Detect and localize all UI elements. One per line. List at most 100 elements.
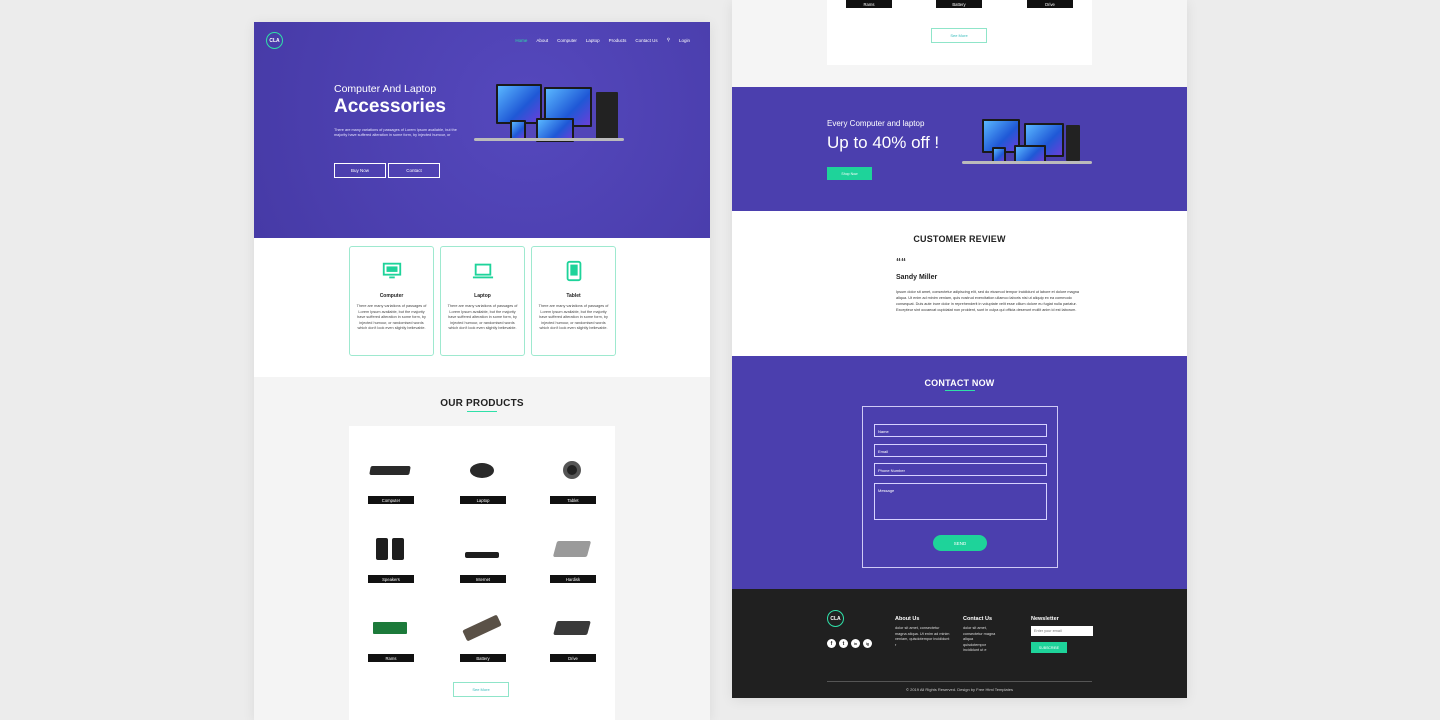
product-rams[interactable]: Rams: [843, 0, 893, 14]
drive-icon: [553, 621, 591, 635]
hero-section: CLA Home About Computer Laptop Products …: [254, 22, 710, 238]
newsletter-email-input[interactable]: [1031, 626, 1093, 636]
footer-divider: [827, 681, 1092, 682]
product-label: Rams: [368, 654, 414, 662]
feature-title: Laptop: [474, 293, 491, 299]
nav-login[interactable]: Login: [679, 38, 690, 43]
product-drive[interactable]: Drive: [1024, 0, 1074, 14]
nav-home[interactable]: Home: [515, 38, 527, 43]
keyboard-icon: [369, 465, 411, 475]
product-rams[interactable]: Rams: [365, 608, 415, 668]
nav-products[interactable]: Products: [609, 38, 627, 43]
product-laptop[interactable]: Laptop: [457, 450, 507, 510]
customer-review-section: CUSTOMER REVIEW ““ Sandy Miller Ipsum do…: [732, 211, 1187, 356]
product-tablet[interactable]: Tablet: [547, 450, 597, 510]
footer-newsletter-title: Newsletter: [1031, 616, 1059, 622]
nav-computer[interactable]: Computer: [557, 38, 577, 43]
feature-text: There are many variations of passages of…: [538, 304, 609, 331]
site-logo[interactable]: CLA: [266, 32, 283, 49]
footer-contact-title: Contact Us: [963, 616, 993, 622]
email-input[interactable]: Email: [874, 444, 1047, 457]
ram-icon: [373, 622, 407, 634]
laptop-icon: [472, 263, 493, 279]
instagram-icon[interactable]: ig: [863, 639, 872, 648]
tablet-icon: [566, 260, 581, 282]
product-label: Rams: [846, 0, 892, 8]
products-grid-bottom: Rams Battery Drive See More: [827, 0, 1092, 65]
product-speakers[interactable]: Speakers: [365, 529, 415, 589]
section-title: OUR PRODUCTS: [440, 398, 524, 409]
landing-page-preview-right: Rams Battery Drive See More Every Comput…: [732, 0, 1187, 698]
review-text: Ipsum dolor sit amet, consectetur adipis…: [896, 290, 1079, 312]
contact-button[interactable]: Contact: [388, 163, 440, 178]
offer-subtitle: Every Computer and laptop: [827, 119, 925, 128]
nav-contact[interactable]: Contact Us: [635, 38, 657, 43]
product-label: Drive: [550, 654, 596, 662]
product-label: Internet: [460, 575, 506, 583]
nav-laptop[interactable]: Laptop: [586, 38, 600, 43]
nav-about[interactable]: About: [536, 38, 548, 43]
product-label: Battery: [460, 654, 506, 662]
feature-card-tablet: Tablet There are many variations of pass…: [531, 246, 616, 356]
product-label: Tablet: [550, 496, 596, 504]
copyright-text: © 2019 All Rights Reserved. Design by Fr…: [906, 687, 1013, 692]
product-hardisk[interactable]: Hardisk: [547, 529, 597, 589]
product-label: Speakers: [368, 575, 414, 583]
speaker-icon: [376, 538, 388, 560]
send-button[interactable]: SEND: [933, 535, 987, 551]
product-battery[interactable]: Battery: [457, 608, 507, 668]
feature-title: Tablet: [566, 293, 581, 299]
site-footer: CLA f t in ig About Us dolor sit amet, c…: [732, 589, 1187, 698]
shop-now-button[interactable]: Shop Now: [827, 167, 872, 180]
search-icon[interactable]: ⚲: [667, 37, 670, 43]
facebook-icon[interactable]: f: [827, 639, 836, 648]
footer-about-title: About Us: [895, 616, 920, 622]
products-heading: OUR PRODUCTS: [254, 398, 710, 412]
title-underline: [467, 411, 497, 412]
twitter-icon[interactable]: t: [839, 639, 848, 648]
footer-logo[interactable]: CLA: [827, 610, 844, 627]
product-internet[interactable]: Internet: [457, 529, 507, 589]
hero-subtitle: Computer And Laptop: [334, 83, 437, 95]
offer-banner: Every Computer and laptop Up to 40% off …: [732, 87, 1187, 211]
feature-text: There are many variations of passages of…: [447, 304, 518, 331]
footer-about-text: dolor sit amet, consectetur magna aliqua…: [895, 626, 950, 647]
product-label: Computer: [368, 496, 414, 504]
buy-now-button[interactable]: Buy Now: [334, 163, 386, 178]
review-heading: CUSTOMER REVIEW: [732, 234, 1187, 244]
product-drive[interactable]: Drive: [547, 608, 597, 668]
see-more-button[interactable]: See More: [453, 682, 509, 697]
contact-heading: CONTACT NOW: [732, 378, 1187, 391]
landing-page-preview-left: CLA Home About Computer Laptop Products …: [254, 22, 710, 720]
subscribe-button[interactable]: SUBSCRIBE: [1031, 642, 1067, 653]
name-input[interactable]: Name: [874, 424, 1047, 437]
webcam-icon: [563, 461, 581, 479]
see-more-button[interactable]: See More: [931, 28, 987, 43]
feature-text: There are many variations of passages of…: [356, 304, 427, 331]
main-nav: Home About Computer Laptop Products Cont…: [515, 37, 690, 43]
product-label: Drive: [1027, 0, 1073, 8]
product-battery[interactable]: Battery: [933, 0, 983, 14]
router-icon: [465, 552, 499, 558]
computer-icon: [382, 262, 401, 279]
product-computer[interactable]: Computer: [365, 450, 415, 510]
phone-input[interactable]: Phone Number: [874, 463, 1047, 476]
contact-section: CONTACT NOW Name Email Phone Number Mess…: [732, 356, 1187, 589]
speaker-icon: [392, 538, 404, 560]
offer-title: Up to 40% off !: [827, 133, 940, 152]
product-label: Battery: [936, 0, 982, 8]
battery-icon: [462, 614, 502, 642]
hardisk-icon: [552, 541, 592, 557]
title-underline: [944, 390, 975, 391]
section-title: CUSTOMER REVIEW: [913, 234, 1006, 244]
feature-card-computer: Computer There are many variations of pa…: [349, 246, 434, 356]
linkedin-icon[interactable]: in: [851, 639, 860, 648]
section-title: CONTACT NOW: [924, 378, 995, 388]
devices-image: [474, 82, 634, 152]
quote-icon: ““: [896, 257, 906, 268]
contact-form: Name Email Phone Number Message SEND: [862, 406, 1058, 568]
message-textarea[interactable]: Message: [874, 483, 1047, 520]
feature-title: Computer: [379, 293, 404, 299]
products-grid: Computer Laptop Tablet Speakers Internet…: [349, 426, 615, 720]
devices-image: [962, 117, 1102, 172]
